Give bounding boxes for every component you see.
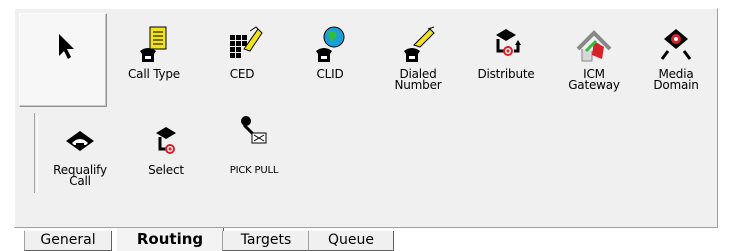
ced-label: CED — [229, 67, 255, 81]
media-domain-label: Media Domain — [653, 67, 699, 92]
ced-tool[interactable]: CED — [199, 13, 285, 105]
clid-icon — [308, 25, 352, 65]
pointer-tool[interactable] — [19, 13, 107, 107]
call-type-label: Call Type — [128, 67, 180, 81]
tab-general[interactable]: General — [24, 231, 112, 251]
tab-targets[interactable]: Targets — [222, 231, 310, 251]
dialed-number-tool[interactable]: Dialed Number — [375, 13, 461, 105]
dialed-number-icon — [396, 25, 440, 65]
icm-gateway-tool[interactable]: ICM Gateway — [551, 13, 637, 105]
distribute-tool[interactable]: Distribute — [463, 13, 549, 105]
media-domain-icon — [654, 25, 698, 65]
requalify-call-label: Requalify Call — [53, 163, 107, 188]
call-type-icon — [132, 25, 176, 65]
ced-icon — [220, 25, 264, 65]
pick-pull-label: PICK PULL — [229, 165, 279, 176]
icm-gateway-icon — [572, 25, 616, 65]
media-domain-tool[interactable]: Media Domain — [633, 13, 719, 105]
palette-panel: Call Type CED CLID Dialed Number Distrib… — [14, 8, 718, 228]
distribute-label: Distribute — [477, 67, 535, 81]
requalify-call-icon — [58, 121, 102, 161]
select-label: Select — [148, 163, 184, 177]
icm-gateway-label: ICM Gateway — [568, 67, 620, 92]
pick-pull-tool[interactable]: PICK PULL — [211, 109, 297, 201]
pick-pull-icon — [232, 116, 276, 161]
palette-tabs: General Routing Targets Queue — [14, 228, 730, 251]
distribute-icon — [484, 25, 528, 65]
routing-node-palette: Call Type CED CLID Dialed Number Distrib… — [0, 0, 730, 251]
dialed-number-label: Dialed Number — [394, 67, 442, 92]
select-tool[interactable]: Select — [123, 109, 209, 201]
select-icon — [144, 121, 188, 161]
requalify-call-tool[interactable]: Requalify Call — [37, 109, 123, 201]
clid-tool[interactable]: CLID — [287, 13, 373, 105]
call-type-tool[interactable]: Call Type — [111, 13, 197, 105]
clid-label: CLID — [316, 67, 344, 81]
tab-queue[interactable]: Queue — [308, 231, 394, 251]
tab-routing[interactable]: Routing — [116, 228, 224, 251]
pointer-arrow-icon — [41, 26, 85, 66]
